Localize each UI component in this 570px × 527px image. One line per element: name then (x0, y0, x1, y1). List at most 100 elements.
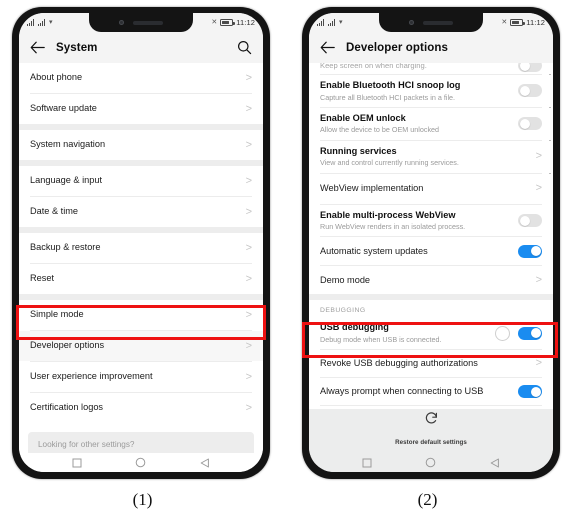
signal-bars-icon (317, 19, 325, 26)
list-item-label: Certification logos (30, 402, 104, 413)
list-item-sublabel: Capture all Bluetooth HCI packets in a f… (320, 92, 456, 102)
earpiece-speaker (423, 20, 453, 25)
list-item-enable-oem-unlock[interactable]: Enable OEM unlock Allow the device to be… (309, 107, 553, 140)
list-item-system-navigation[interactable]: System navigation > (19, 130, 263, 160)
list-item-automatic-system-updates[interactable]: Automatic system updates (309, 237, 553, 266)
status-clock: 11:12 (236, 18, 255, 27)
touch-indicator-icon (495, 325, 510, 341)
list-item-bluetooth-hci-snoop-log[interactable]: Enable Bluetooth HCI snoop log Capture a… (309, 75, 553, 107)
figure-caption-1: (1) (132, 490, 153, 509)
list-item-label: Always prompt when connecting to USB (320, 386, 484, 397)
chevron-right-icon: > (245, 241, 252, 254)
display-notch (379, 13, 483, 32)
restore-default-settings-button[interactable]: Restore default settings (309, 409, 553, 453)
list-item-reset[interactable]: Reset > (19, 264, 263, 294)
wifi-icon: ▾ (49, 19, 53, 26)
list-item-revoke-usb-debugging-authorizations[interactable]: Revoke USB debugging authorizations > (309, 350, 553, 378)
developer-options-list[interactable]: Keep screen on when charging. Enable Blu… (309, 63, 553, 409)
list-item-software-update[interactable]: Software update > (19, 94, 263, 124)
toggle-on[interactable] (518, 326, 542, 340)
square-recents-icon[interactable] (72, 458, 82, 468)
list-item-label: System navigation (30, 139, 106, 150)
list-item-running-services[interactable]: Running services View and control curren… (309, 140, 553, 173)
signal-bars-icon (27, 19, 35, 26)
other-settings-question: Looking for other settings? (38, 440, 135, 449)
list-item-language-input[interactable]: Language & input > (19, 166, 263, 196)
list-item-allow-adb-charge-only[interactable]: Allow ADB debugging in charge only (309, 406, 553, 409)
list-item-label: Enable Bluetooth HCI snoop log (320, 80, 461, 90)
square-recents-icon[interactable] (362, 458, 372, 468)
app-bar: System (19, 32, 263, 63)
list-item-label: Reset (30, 273, 55, 284)
wifi-icon: ▾ (339, 19, 343, 26)
signal-bars-icon (328, 19, 336, 26)
display-notch (89, 13, 193, 32)
list-item-webview-implementation[interactable]: WebView implementation > (309, 173, 553, 204)
list-item-label: Enable multi-process WebView (320, 209, 456, 220)
battery-icon (220, 19, 235, 26)
list-item-developer-options[interactable]: Developer options > (19, 331, 263, 361)
list-item-keep-screen-on[interactable]: Keep screen on when charging. (309, 63, 553, 74)
toggle-on[interactable] (518, 244, 542, 258)
list-item-label: WebView implementation (320, 182, 424, 193)
phone-1-frame: ▾ ✕ 11:12 System About phone > Software … (12, 7, 270, 479)
other-settings-card: Looking for other settings? Accessibilit… (28, 432, 254, 453)
list-item-backup-restore[interactable]: Backup & restore > (19, 233, 263, 263)
restore-default-settings-label: Restore default settings (395, 439, 467, 446)
toggle-on[interactable] (518, 385, 542, 399)
circle-home-icon[interactable] (425, 457, 436, 468)
list-item-simple-mode[interactable]: Simple mode > (19, 300, 263, 330)
navigation-bar (309, 453, 553, 472)
list-item-label: Software update (30, 103, 97, 114)
list-item-user-experience-improvement[interactable]: User experience improvement > (19, 362, 263, 392)
page-title: Developer options (346, 41, 449, 54)
phone-1-screen: ▾ ✕ 11:12 System About phone > Software … (19, 13, 263, 472)
list-item-label: Language & input (30, 175, 103, 186)
status-bar: ▾ ✕ 11:12 (309, 13, 553, 32)
chevron-right-icon: > (245, 401, 252, 414)
chevron-right-icon: > (245, 205, 252, 218)
list-item-demo-mode[interactable]: Demo mode > (309, 266, 553, 295)
front-camera-icon (119, 20, 124, 25)
chevron-right-icon: > (245, 272, 252, 285)
mute-icon: ✕ (211, 19, 218, 26)
list-item-label: About phone (30, 72, 83, 83)
back-arrow-icon[interactable] (30, 40, 45, 55)
list-item-date-time[interactable]: Date & time > (19, 197, 263, 227)
list-item-multi-process-webview[interactable]: Enable multi-process WebView Run WebView… (309, 204, 553, 237)
toggle-off[interactable] (518, 214, 542, 227)
status-clock: 11:12 (526, 18, 545, 27)
settings-list[interactable]: About phone > Software update > System n… (19, 63, 263, 453)
list-item-label: Running services (320, 145, 397, 156)
chevron-right-icon: > (245, 71, 252, 84)
list-item-label: USB debugging (320, 322, 389, 333)
list-item-always-prompt-usb[interactable]: Always prompt when connecting to USB (309, 378, 553, 406)
section-header-debugging: DEBUGGING (309, 300, 553, 318)
circle-home-icon[interactable] (135, 457, 146, 468)
chevron-right-icon: > (245, 102, 252, 115)
list-item-label: Simple mode (30, 309, 84, 320)
list-item-label: Backup & restore (30, 242, 101, 253)
chevron-right-icon: > (535, 150, 542, 163)
toggle-off[interactable] (518, 117, 542, 131)
list-item-sublabel: Debug mode when USB is connected. (320, 334, 442, 344)
triangle-back-icon[interactable] (490, 458, 500, 468)
list-item-label: User experience improvement (30, 371, 153, 382)
chevron-right-icon: > (535, 273, 542, 286)
toggle-off[interactable] (518, 63, 542, 72)
list-item-certification-logos[interactable]: Certification logos > (19, 393, 263, 423)
list-item-label: Enable OEM unlock (320, 112, 406, 123)
list-item-label: Revoke USB debugging authorizations (320, 358, 478, 369)
status-bar: ▾ ✕ 11:12 (19, 13, 263, 32)
navigation-bar (19, 453, 263, 472)
list-item-about-phone[interactable]: About phone > (19, 63, 263, 93)
back-arrow-icon[interactable] (320, 40, 335, 55)
list-item-label: Demo mode (320, 274, 371, 285)
list-item-usb-debugging[interactable]: USB debugging Debug mode when USB is con… (309, 317, 553, 350)
chevron-right-icon: > (245, 308, 252, 321)
chevron-right-icon: > (245, 174, 252, 187)
search-icon[interactable] (237, 40, 252, 55)
phone-2-screen: ▾ ✕ 11:12 Developer options Keep screen … (309, 13, 553, 472)
toggle-off[interactable] (518, 84, 542, 98)
triangle-back-icon[interactable] (200, 458, 210, 468)
